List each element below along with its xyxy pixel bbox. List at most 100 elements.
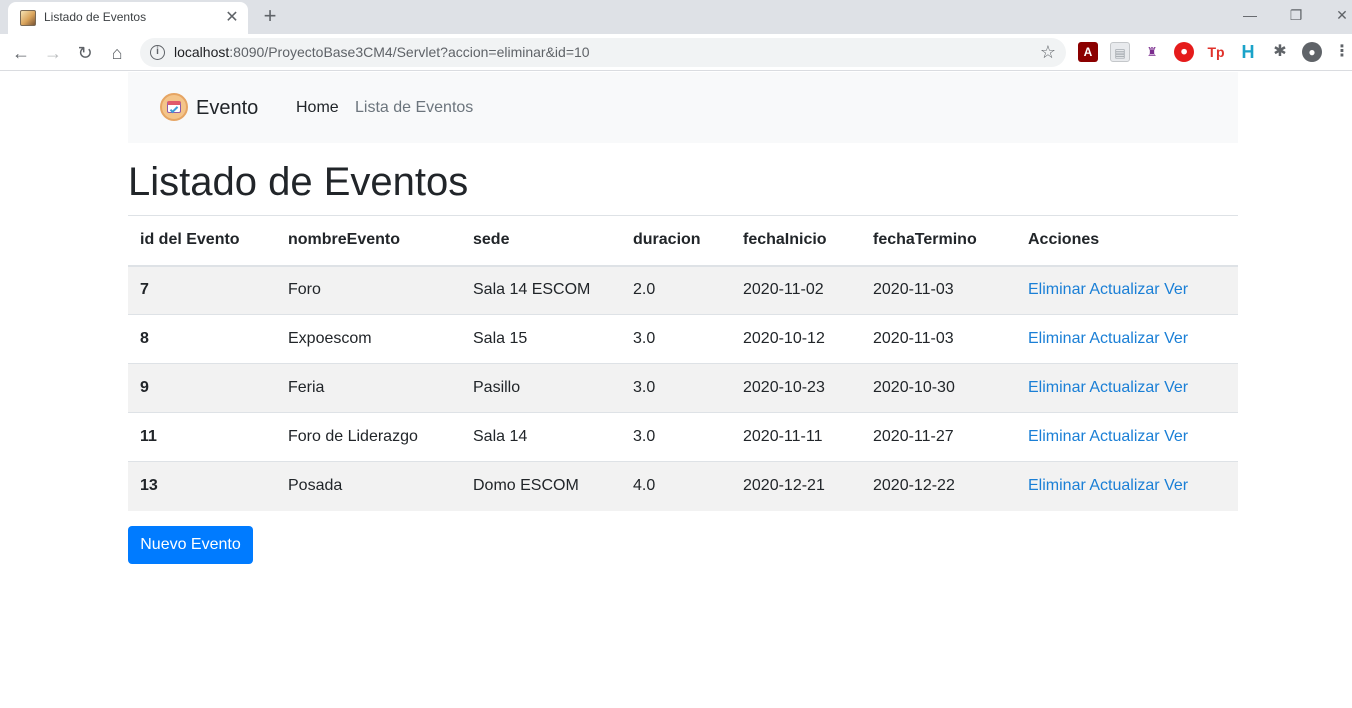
cell-nombre: Feria bbox=[276, 363, 461, 413]
cell-fecha-termino: 2020-11-27 bbox=[861, 412, 1016, 462]
cell-fecha-inicio: 2020-12-21 bbox=[731, 461, 861, 511]
table-row: 9 Feria Pasillo 3.0 2020-10-23 2020-10-3… bbox=[128, 363, 1238, 413]
cell-duracion: 2.0 bbox=[621, 265, 731, 315]
cell-nombre: Foro de Liderazgo bbox=[276, 412, 461, 462]
cell-fecha-termino: 2020-11-03 bbox=[861, 314, 1016, 364]
actualizar-link[interactable]: Actualizar bbox=[1089, 379, 1159, 396]
cell-acciones: Eliminar Actualizar Ver bbox=[1016, 265, 1238, 315]
eliminar-link[interactable]: Eliminar bbox=[1028, 281, 1086, 298]
tp-extension-icon[interactable]: Tp bbox=[1206, 42, 1226, 62]
address-bar[interactable]: i localhost:8090/ProyectoBase3CM4/Servle… bbox=[140, 38, 1066, 67]
cell-id: 8 bbox=[128, 314, 276, 364]
ver-link[interactable]: Ver bbox=[1164, 330, 1188, 347]
menu-kebab-icon[interactable]: ⋮ bbox=[1334, 42, 1350, 62]
cell-id: 11 bbox=[128, 412, 276, 462]
browser-tab[interactable]: Listado de Eventos ✕ bbox=[8, 2, 248, 34]
eliminar-link[interactable]: Eliminar bbox=[1028, 379, 1086, 396]
cell-sede: Sala 14 bbox=[461, 412, 621, 462]
cell-acciones: Eliminar Actualizar Ver bbox=[1016, 461, 1238, 511]
nav-link-lista-eventos[interactable]: Lista de Eventos bbox=[355, 99, 473, 117]
url-path: :8090/ProyectoBase3CM4/Servlet?accion=el… bbox=[229, 44, 590, 60]
home-icon[interactable]: ⌂ bbox=[104, 40, 130, 66]
events-table: id del Evento nombreEvento sede duracion… bbox=[128, 215, 1238, 511]
cell-acciones: Eliminar Actualizar Ver bbox=[1016, 314, 1238, 364]
nuevo-evento-button[interactable]: Nuevo Evento bbox=[128, 526, 253, 564]
shield-extension-icon[interactable]: ♜ bbox=[1142, 42, 1162, 62]
cell-id: 13 bbox=[128, 461, 276, 511]
url-host: localhost bbox=[174, 44, 230, 60]
restore-icon[interactable]: ❐ bbox=[1284, 4, 1308, 28]
back-arrow-icon[interactable]: ← bbox=[8, 40, 34, 66]
column-header: sede bbox=[461, 215, 621, 267]
bookmark-star-icon[interactable]: ☆ bbox=[1040, 42, 1056, 63]
cell-fecha-inicio: 2020-10-12 bbox=[731, 314, 861, 364]
cell-sede: Sala 15 bbox=[461, 314, 621, 364]
extensions-puzzle-icon[interactable]: ✱ bbox=[1270, 42, 1290, 62]
cell-sede: Sala 14 ESCOM bbox=[461, 265, 621, 315]
profile-avatar-icon[interactable]: ● bbox=[1302, 42, 1322, 62]
cell-id: 9 bbox=[128, 363, 276, 413]
calendar-logo-icon[interactable] bbox=[160, 93, 188, 121]
actualizar-link[interactable]: Actualizar bbox=[1089, 281, 1159, 298]
minimize-icon[interactable]: — bbox=[1238, 4, 1262, 28]
cell-sede: Pasillo bbox=[461, 363, 621, 413]
column-header: nombreEvento bbox=[276, 215, 461, 267]
cell-sede: Domo ESCOM bbox=[461, 461, 621, 511]
h-extension-icon[interactable]: H bbox=[1238, 42, 1258, 62]
eliminar-link[interactable]: Eliminar bbox=[1028, 477, 1086, 494]
column-header: fechaInicio bbox=[731, 215, 861, 267]
nav-link-home[interactable]: Home bbox=[296, 99, 339, 117]
eliminar-link[interactable]: Eliminar bbox=[1028, 330, 1086, 347]
forward-arrow-icon[interactable]: → bbox=[40, 40, 66, 66]
site-info-icon[interactable]: i bbox=[150, 45, 165, 60]
actualizar-link[interactable]: Actualizar bbox=[1089, 428, 1159, 445]
browser-tabstrip: Listado de Eventos ✕ + — ❐ ✕ bbox=[0, 0, 1352, 34]
ver-link[interactable]: Ver bbox=[1164, 379, 1188, 396]
cell-nombre: Foro bbox=[276, 265, 461, 315]
cell-fecha-inicio: 2020-11-02 bbox=[731, 265, 861, 315]
cell-nombre: Expoescom bbox=[276, 314, 461, 364]
cell-duracion: 3.0 bbox=[621, 363, 731, 413]
url-text[interactable]: localhost:8090/ProyectoBase3CM4/Servlet?… bbox=[174, 44, 590, 60]
cell-acciones: Eliminar Actualizar Ver bbox=[1016, 363, 1238, 413]
tab-favicon-icon bbox=[20, 10, 36, 26]
cell-fecha-termino: 2020-12-22 bbox=[861, 461, 1016, 511]
browser-toolbar: ← → ↻ ⌂ i localhost:8090/ProyectoBase3CM… bbox=[0, 34, 1352, 71]
cell-duracion: 3.0 bbox=[621, 314, 731, 364]
column-header: id del Evento bbox=[128, 215, 276, 267]
actualizar-link[interactable]: Actualizar bbox=[1089, 330, 1159, 347]
table-body: 7 Foro Sala 14 ESCOM 2.0 2020-11-02 2020… bbox=[128, 265, 1238, 511]
column-header: duracion bbox=[621, 215, 731, 267]
table-row: 13 Posada Domo ESCOM 4.0 2020-12-21 2020… bbox=[128, 461, 1238, 511]
cell-fecha-inicio: 2020-10-23 bbox=[731, 363, 861, 413]
ver-link[interactable]: Ver bbox=[1164, 281, 1188, 298]
table-header-row: id del Evento nombreEvento sede duracion… bbox=[128, 215, 1238, 267]
column-header: fechaTermino bbox=[861, 215, 1016, 267]
window-close-icon[interactable]: ✕ bbox=[1330, 4, 1352, 28]
cell-id: 7 bbox=[128, 265, 276, 315]
ver-link[interactable]: Ver bbox=[1164, 428, 1188, 445]
page-title: Listado de Eventos bbox=[128, 160, 469, 204]
tab-title: Listado de Eventos bbox=[44, 10, 147, 24]
cell-fecha-termino: 2020-11-03 bbox=[861, 265, 1016, 315]
ver-link[interactable]: Ver bbox=[1164, 477, 1188, 494]
navbar-brand[interactable]: Evento bbox=[196, 97, 258, 120]
cell-fecha-inicio: 2020-11-11 bbox=[731, 412, 861, 462]
new-tab-button[interactable]: + bbox=[258, 4, 282, 28]
site-navbar: Evento Home Lista de Eventos bbox=[128, 72, 1238, 143]
actualizar-link[interactable]: Actualizar bbox=[1089, 477, 1159, 494]
table-row: 7 Foro Sala 14 ESCOM 2.0 2020-11-02 2020… bbox=[128, 265, 1238, 315]
adblock-extension-icon[interactable]: ⚫ bbox=[1174, 42, 1194, 62]
reload-icon[interactable]: ↻ bbox=[72, 40, 98, 66]
column-header: Acciones bbox=[1016, 215, 1238, 267]
table-row: 11 Foro de Liderazgo Sala 14 3.0 2020-11… bbox=[128, 412, 1238, 462]
document-extension-icon[interactable]: ▤ bbox=[1110, 42, 1130, 62]
tab-close-icon[interactable]: ✕ bbox=[222, 8, 242, 28]
table-row: 8 Expoescom Sala 15 3.0 2020-10-12 2020-… bbox=[128, 314, 1238, 364]
pdf-extension-icon[interactable]: A bbox=[1078, 42, 1098, 62]
cell-fecha-termino: 2020-10-30 bbox=[861, 363, 1016, 413]
cell-duracion: 3.0 bbox=[621, 412, 731, 462]
cell-nombre: Posada bbox=[276, 461, 461, 511]
eliminar-link[interactable]: Eliminar bbox=[1028, 428, 1086, 445]
cell-duracion: 4.0 bbox=[621, 461, 731, 511]
